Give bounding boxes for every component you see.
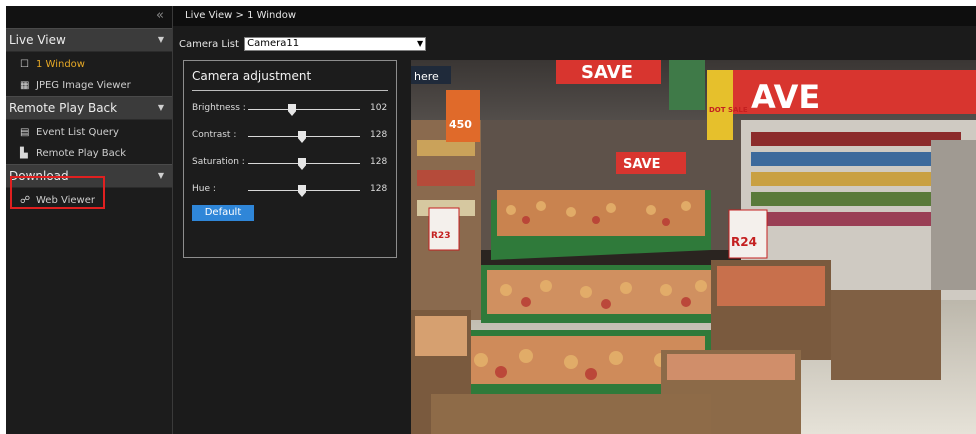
sidebar-item-event-list-query[interactable]: ▤ Event List Query <box>6 122 172 143</box>
sidebar-item-label: JPEG Image Viewer <box>36 80 131 91</box>
hue-slider-row: Hue : 128 <box>192 183 392 199</box>
camera-list-select[interactable]: Camera11 ▼ <box>244 37 427 51</box>
slider-thumb[interactable] <box>298 158 306 170</box>
price-tag-left: R23 <box>431 231 450 241</box>
price-tag-right: R24 <box>731 235 757 249</box>
main-panel: Live View > 1 Window Camera List Camera1… <box>173 6 976 434</box>
slider-track[interactable] <box>248 109 360 110</box>
camera-list-row: Camera List Camera11 ▼ <box>179 37 427 51</box>
slider-value: 128 <box>370 184 388 194</box>
price-sign-450: 450 <box>449 118 472 131</box>
sidebar-collapse-bar: « <box>6 6 172 28</box>
hot-dot-sign: DOT SALE <box>709 106 748 114</box>
banner-save-top: SAVE <box>581 62 633 83</box>
caret-down-icon: ▼ <box>157 35 164 44</box>
default-button[interactable]: Default <box>192 205 254 221</box>
section-live-view[interactable]: Live View ▼ <box>6 28 172 52</box>
slider-label: Brightness : <box>192 103 246 113</box>
contrast-slider-row: Contrast : 128 <box>192 129 392 145</box>
divider <box>192 90 388 91</box>
sidebar-item-remote-play-back[interactable]: ▙ Remote Play Back <box>6 143 172 164</box>
panel-title: Camera adjustment <box>192 69 312 83</box>
camera-feed-image: SAVE AVE SAVE here 450 DOT SALE R23 R24 <box>411 60 976 434</box>
web-viewer-highlight-box <box>10 176 105 209</box>
window-icon: ☐ <box>20 59 29 70</box>
camera-select-value: Camera11 <box>247 38 300 49</box>
app-window: « Live View ▼ ☐ 1 Window ▦ JPEG Image View… <box>6 6 976 434</box>
slider-label: Hue : <box>192 184 216 194</box>
here-sign: here <box>414 70 439 83</box>
chevron-down-icon: ▼ <box>416 39 424 48</box>
caret-down-icon: ▼ <box>157 171 164 180</box>
document-icon: ▤ <box>20 127 30 138</box>
sidebar: « Live View ▼ ☐ 1 Window ▦ JPEG Image View… <box>6 6 173 434</box>
saturation-slider-row: Saturation : 128 <box>192 156 392 172</box>
banner-save-big: AVE <box>751 78 820 116</box>
breadcrumb: Live View > 1 Window <box>173 6 976 26</box>
section-label: Live View <box>9 33 66 47</box>
section-label: Remote Play Back <box>9 101 118 115</box>
playback-icon: ▙ <box>20 148 28 159</box>
sidebar-item-label: Event List Query <box>36 127 119 138</box>
slider-thumb[interactable] <box>288 104 296 116</box>
sidebar-item-jpeg-image-viewer[interactable]: ▦ JPEG Image Viewer <box>6 75 172 96</box>
slider-thumb[interactable] <box>298 185 306 197</box>
camera-list-label: Camera List <box>179 38 239 50</box>
sidebar-item-1-window[interactable]: ☐ 1 Window <box>6 54 172 75</box>
slider-value: 128 <box>370 157 388 167</box>
slider-thumb[interactable] <box>298 131 306 143</box>
slider-label: Contrast : <box>192 130 237 140</box>
film-icon: ▦ <box>20 80 30 91</box>
sidebar-item-label: 1 Window <box>36 59 85 70</box>
slider-label: Saturation : <box>192 157 245 167</box>
caret-down-icon: ▼ <box>157 103 164 112</box>
collapse-sidebar-icon[interactable]: « <box>156 8 164 23</box>
camera-adjustment-panel: Camera adjustment Brightness : 102 Contr… <box>183 60 397 258</box>
slider-value: 102 <box>370 103 388 113</box>
breadcrumb-text: Live View > 1 Window <box>185 10 297 21</box>
section-remote-play-back[interactable]: Remote Play Back ▼ <box>6 96 172 120</box>
banner-save-mid: SAVE <box>623 157 660 172</box>
live-video-view[interactable]: SAVE AVE SAVE here 450 DOT SALE R23 R24 <box>411 60 976 434</box>
slider-value: 128 <box>370 130 388 140</box>
brightness-slider-row: Brightness : 102 <box>192 102 392 118</box>
sidebar-item-label: Remote Play Back <box>36 148 127 159</box>
